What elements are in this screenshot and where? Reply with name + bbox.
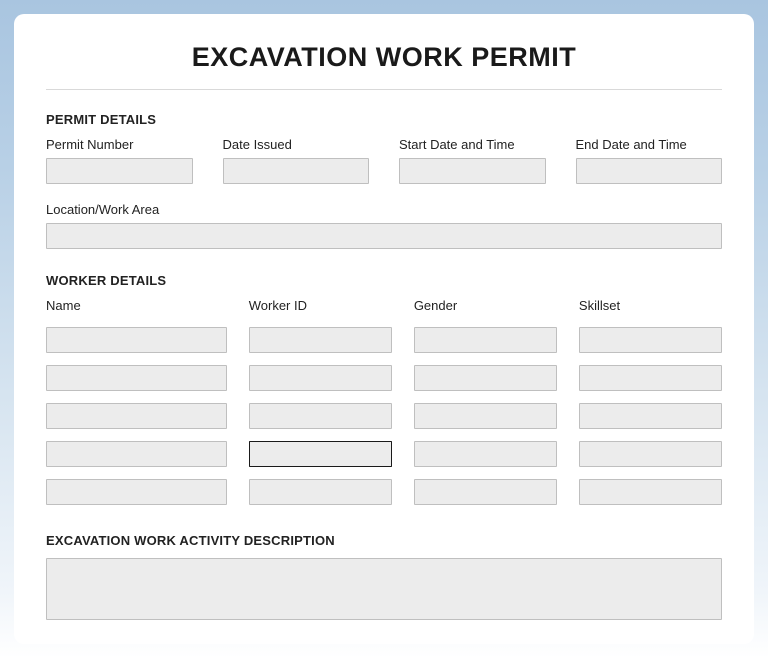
- permit-details-heading: PERMIT DETAILS: [46, 112, 722, 127]
- col-header-worker-id: Worker ID: [249, 298, 392, 313]
- worker-skillset-4[interactable]: [579, 479, 722, 505]
- worker-name-3[interactable]: [46, 441, 227, 467]
- worker-name-0[interactable]: [46, 327, 227, 353]
- field-permit-number: Permit Number: [46, 137, 193, 184]
- worker-id-4[interactable]: [249, 479, 392, 505]
- worker-skillset-1[interactable]: [579, 365, 722, 391]
- worker-id-1[interactable]: [249, 365, 392, 391]
- worker-id-3[interactable]: [249, 441, 392, 467]
- worker-details-heading: WORKER DETAILS: [46, 273, 722, 288]
- worker-gender-1[interactable]: [414, 365, 557, 391]
- label-permit-number: Permit Number: [46, 137, 193, 152]
- form-sheet: EXCAVATION WORK PERMIT PERMIT DETAILS Pe…: [14, 14, 754, 644]
- title-divider: [46, 89, 722, 90]
- label-date-issued: Date Issued: [223, 137, 370, 152]
- input-location[interactable]: [46, 223, 722, 249]
- worker-name-2[interactable]: [46, 403, 227, 429]
- input-permit-number[interactable]: [46, 158, 193, 184]
- col-header-gender: Gender: [414, 298, 557, 313]
- field-end-datetime: End Date and Time: [576, 137, 723, 184]
- worker-skillset-3[interactable]: [579, 441, 722, 467]
- page-title: EXCAVATION WORK PERMIT: [46, 42, 722, 73]
- activity-section: EXCAVATION WORK ACTIVITY DESCRIPTION: [46, 533, 722, 625]
- permit-details-section: PERMIT DETAILS Permit Number Date Issued…: [46, 112, 722, 249]
- worker-skillset-2[interactable]: [579, 403, 722, 429]
- activity-textarea[interactable]: [46, 558, 722, 620]
- worker-name-4[interactable]: [46, 479, 227, 505]
- worker-gender-3[interactable]: [414, 441, 557, 467]
- input-end-datetime[interactable]: [576, 158, 723, 184]
- worker-id-2[interactable]: [249, 403, 392, 429]
- worker-gender-2[interactable]: [414, 403, 557, 429]
- worker-gender-4[interactable]: [414, 479, 557, 505]
- worker-gender-0[interactable]: [414, 327, 557, 353]
- label-end-datetime: End Date and Time: [576, 137, 723, 152]
- col-header-skillset: Skillset: [579, 298, 722, 313]
- label-start-datetime: Start Date and Time: [399, 137, 546, 152]
- field-location: Location/Work Area: [46, 202, 722, 249]
- input-start-datetime[interactable]: [399, 158, 546, 184]
- activity-heading: EXCAVATION WORK ACTIVITY DESCRIPTION: [46, 533, 722, 548]
- field-start-datetime: Start Date and Time: [399, 137, 546, 184]
- input-date-issued[interactable]: [223, 158, 370, 184]
- permit-details-row-1: Permit Number Date Issued Start Date and…: [46, 137, 722, 184]
- worker-id-0[interactable]: [249, 327, 392, 353]
- worker-name-1[interactable]: [46, 365, 227, 391]
- worker-skillset-0[interactable]: [579, 327, 722, 353]
- worker-grid: Name Worker ID Gender Skillset: [46, 298, 722, 505]
- field-date-issued: Date Issued: [223, 137, 370, 184]
- worker-details-section: WORKER DETAILS Name Worker ID Gender Ski…: [46, 273, 722, 505]
- col-header-name: Name: [46, 298, 227, 313]
- label-location: Location/Work Area: [46, 202, 722, 217]
